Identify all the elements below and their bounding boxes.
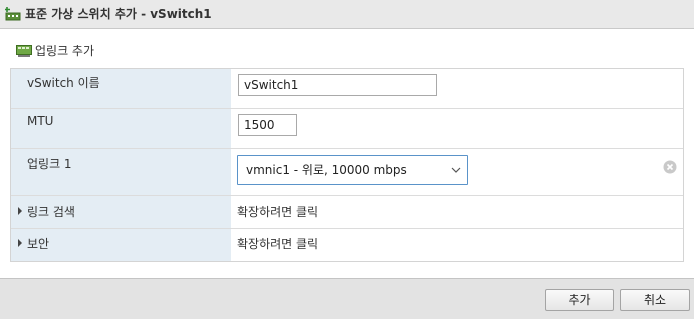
row-vswitch-name: vSwitch 이름 <box>11 69 683 109</box>
vswitch-name-label: vSwitch 이름 <box>27 76 100 90</box>
mtu-label: MTU <box>27 114 54 128</box>
chevron-down-icon <box>451 167 461 173</box>
row-security[interactable]: 보안 확장하려면 클릭 <box>11 229 683 261</box>
dialog-title: 표준 가상 스위치 추가 - vSwitch1 <box>25 7 212 21</box>
uplink1-label: 업링크 1 <box>27 157 72 171</box>
link-discovery-label: 링크 검색 <box>27 205 75 219</box>
dialog-titlebar: 표준 가상 스위치 추가 - vSwitch1 <box>0 0 694 29</box>
add-button[interactable]: 추가 <box>545 289 614 311</box>
expand-arrow-icon[interactable] <box>18 239 22 247</box>
security-expand-hint[interactable]: 확장하려면 클릭 <box>237 235 318 252</box>
uplink1-select[interactable]: vmnic1 - 위로, 10000 mbps <box>237 155 468 185</box>
security-label: 보안 <box>27 237 50 251</box>
row-uplink1: 업링크 1 vmnic1 - 위로, 10000 mbps <box>11 149 683 196</box>
link-discovery-expand-hint[interactable]: 확장하려면 클릭 <box>237 203 318 220</box>
mtu-input[interactable] <box>238 114 297 136</box>
cancel-button[interactable]: 취소 <box>620 289 690 311</box>
virtual-switch-add-icon <box>5 7 21 21</box>
remove-uplink-icon[interactable] <box>663 160 677 174</box>
dialog-footer: 추가 취소 <box>0 278 694 319</box>
uplink1-selected-value: vmnic1 - 위로, 10000 mbps <box>246 163 407 177</box>
add-uplink-label: 업링크 추가 <box>35 44 95 58</box>
network-card-icon <box>16 45 32 57</box>
row-link-discovery[interactable]: 링크 검색 확장하려면 클릭 <box>11 196 683 229</box>
expand-arrow-icon[interactable] <box>18 207 22 215</box>
settings-form: vSwitch 이름 MTU 업링크 1 vmnic1 - 위로, 10000 … <box>10 68 684 262</box>
row-mtu: MTU <box>11 109 683 149</box>
vswitch-name-input[interactable] <box>238 74 437 96</box>
